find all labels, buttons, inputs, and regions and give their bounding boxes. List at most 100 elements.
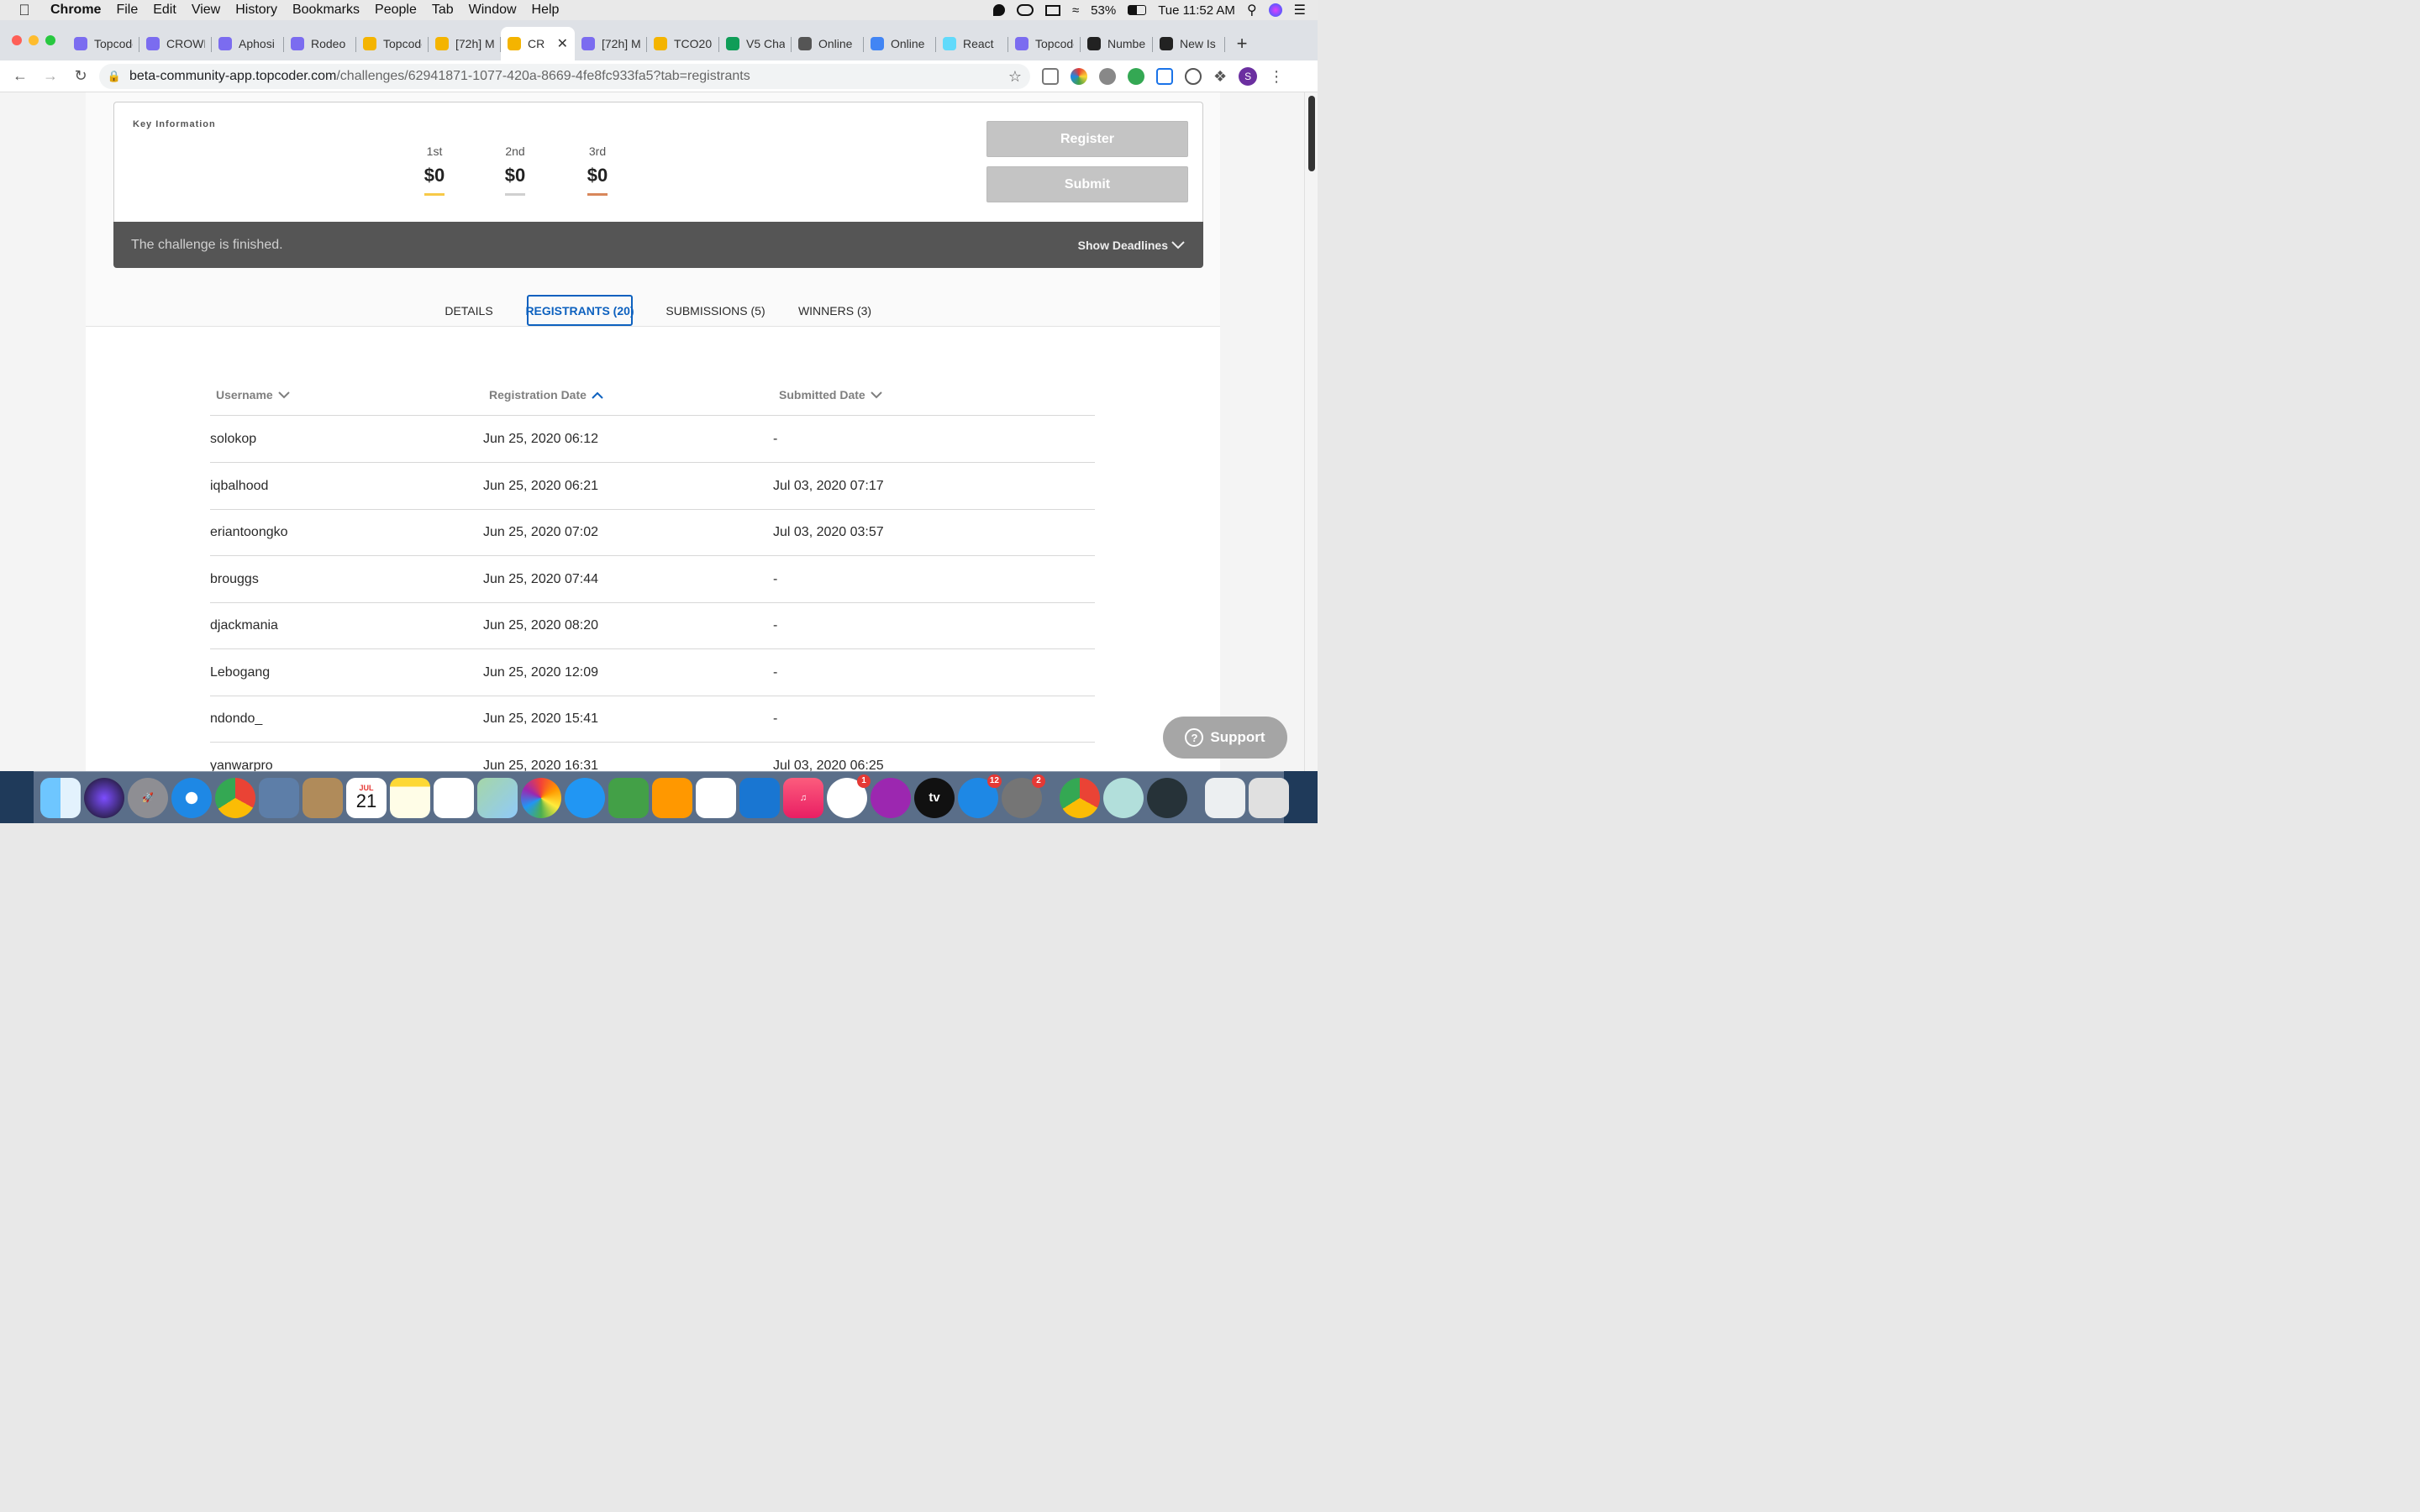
keynote-icon[interactable]	[739, 777, 780, 818]
extension-blue-tag-icon[interactable]	[1156, 68, 1173, 85]
maximize-window-icon[interactable]	[45, 35, 55, 45]
menu-help[interactable]: Help	[524, 3, 567, 18]
browser-tab[interactable]: Aphosi	[212, 27, 284, 60]
bird-app-icon[interactable]	[259, 777, 299, 818]
cell-username[interactable]: Lebogang	[210, 665, 270, 680]
tab-registrants[interactable]: REGISTRANTS (20)	[525, 295, 634, 326]
back-arrow-icon[interactable]: ←	[5, 67, 35, 85]
menu-bookmarks[interactable]: Bookmarks	[285, 3, 367, 18]
cell-username[interactable]: solokop	[210, 432, 256, 447]
downloads-folder-icon[interactable]	[1205, 777, 1245, 818]
browser-tab[interactable]: TCO20	[647, 27, 719, 60]
support-button[interactable]: ? Support	[1163, 717, 1287, 759]
pages-icon[interactable]	[652, 777, 692, 818]
chrome-minimized-icon[interactable]	[1060, 777, 1100, 818]
messages-icon[interactable]	[565, 777, 605, 818]
extension-colorpicker-icon[interactable]	[1071, 68, 1087, 85]
cell-username[interactable]: eriantoongko	[210, 525, 288, 540]
forward-arrow-icon[interactable]: →	[35, 67, 66, 85]
siri-app-icon[interactable]	[84, 777, 124, 818]
browser-tab[interactable]: Rodeo	[284, 27, 356, 60]
siri-icon[interactable]	[1268, 3, 1282, 17]
numbers-icon[interactable]	[696, 777, 736, 818]
cell-username[interactable]: brouggs	[210, 572, 259, 587]
extensions-puzzle-icon[interactable]: ❖	[1213, 68, 1227, 86]
chrome-menu-icon[interactable]: ⋮	[1269, 68, 1284, 86]
extension-calendar-icon[interactable]	[1042, 68, 1059, 85]
browser-tab[interactable]: CROWD	[139, 27, 212, 60]
menu-people[interactable]: People	[367, 3, 424, 18]
browser-tab[interactable]: CR ✕	[501, 27, 575, 60]
close-tab-icon[interactable]: ✕	[557, 35, 568, 52]
system-preferences-icon[interactable]: 2	[1002, 774, 1045, 818]
cell-username[interactable]: ndondo_	[210, 711, 262, 727]
slack-icon[interactable]: 1	[827, 774, 871, 818]
maps-icon[interactable]	[477, 777, 518, 818]
facetime-icon[interactable]	[608, 777, 649, 818]
extension-disc-icon[interactable]	[1099, 68, 1116, 85]
contacts-icon[interactable]	[302, 777, 343, 818]
new-tab-button[interactable]: +	[1225, 27, 1259, 60]
preview-icon[interactable]	[1103, 777, 1144, 818]
tab-details[interactable]: DETAILS	[445, 295, 492, 326]
notification-center-icon[interactable]: ☰	[1294, 2, 1306, 18]
finder-icon[interactable]	[40, 777, 81, 818]
music-icon[interactable]: ♫	[783, 777, 823, 818]
battery-icon[interactable]	[1128, 5, 1147, 15]
airplay-icon[interactable]	[1044, 4, 1060, 16]
browser-tab[interactable]: Numbe	[1081, 27, 1153, 60]
show-deadlines-toggle[interactable]: Show Deadlines	[1078, 239, 1185, 252]
submit-button[interactable]: Submit	[986, 166, 1188, 202]
apple-menu-icon[interactable]: 	[0, 2, 49, 19]
profile-avatar[interactable]: S	[1239, 67, 1258, 86]
trash-icon[interactable]	[1249, 777, 1289, 818]
browser-tab[interactable]: Topcoder	[1008, 27, 1081, 60]
tab-submissions[interactable]: SUBMISSIONS (5)	[666, 295, 765, 326]
safari-icon[interactable]	[171, 777, 212, 818]
photos-icon[interactable]	[521, 777, 561, 818]
chrome-icon[interactable]	[215, 777, 255, 818]
wifi-icon[interactable]: ≈	[1072, 3, 1079, 18]
browser-tab[interactable]: V5 Cha	[719, 27, 792, 60]
minimize-window-icon[interactable]	[29, 35, 39, 45]
tab-winners[interactable]: WINNERS (3)	[798, 295, 871, 326]
menu-edit[interactable]: Edit	[145, 3, 184, 18]
notes-icon[interactable]	[390, 777, 430, 818]
extension-code-icon[interactable]	[1185, 68, 1202, 85]
menu-file[interactable]: File	[108, 3, 145, 18]
menu-history[interactable]: History	[228, 3, 285, 18]
menu-window[interactable]: Window	[461, 3, 524, 18]
browser-tab[interactable]: [72h] M	[429, 27, 501, 60]
cell-username[interactable]: djackmania	[210, 618, 278, 633]
app-store-icon[interactable]: 12	[958, 774, 1002, 818]
menubar-clock[interactable]: Tue 11:52 AM	[1158, 3, 1235, 18]
launchpad-icon[interactable]: 🚀	[128, 777, 168, 818]
browser-tab[interactable]: [72h] M	[575, 27, 647, 60]
reload-icon[interactable]: ↻	[66, 67, 96, 85]
scrollbar-thumb[interactable]	[1308, 96, 1315, 171]
menu-tab[interactable]: Tab	[424, 3, 461, 18]
address-bar[interactable]: 🔒 beta-community-app.topcoder.com/challe…	[99, 64, 1030, 89]
column-header-registration-date[interactable]: Registration Date	[489, 388, 603, 402]
bookmark-star-icon[interactable]: ☆	[1008, 68, 1030, 86]
droplet-icon[interactable]	[992, 4, 1005, 16]
browser-tab[interactable]: Online	[792, 27, 864, 60]
creative-cloud-icon[interactable]	[1016, 4, 1034, 16]
page-scrollbar[interactable]	[1304, 92, 1318, 771]
browser-tab[interactable]: New Is	[1153, 27, 1225, 60]
browser-tab[interactable]: React	[936, 27, 1008, 60]
browser-tab[interactable]: Topcoder	[67, 27, 139, 60]
quicktime-icon[interactable]	[1147, 777, 1187, 818]
spotlight-search-icon[interactable]: ⚲	[1247, 2, 1257, 18]
browser-tab[interactable]: Online	[864, 27, 936, 60]
cell-username[interactable]: iqbalhood	[210, 479, 268, 494]
extension-speech-icon[interactable]	[1128, 68, 1144, 85]
cell-username[interactable]: yanwarpro	[210, 759, 273, 772]
apple-tv-icon[interactable]: tv	[914, 777, 955, 818]
reminders-icon[interactable]	[434, 777, 474, 818]
register-button[interactable]: Register	[986, 121, 1188, 157]
podcasts-icon[interactable]	[871, 777, 911, 818]
browser-tab[interactable]: Topcoder	[356, 27, 429, 60]
lock-icon[interactable]: 🔒	[99, 70, 129, 83]
menu-app-name[interactable]: Chrome	[49, 3, 108, 18]
